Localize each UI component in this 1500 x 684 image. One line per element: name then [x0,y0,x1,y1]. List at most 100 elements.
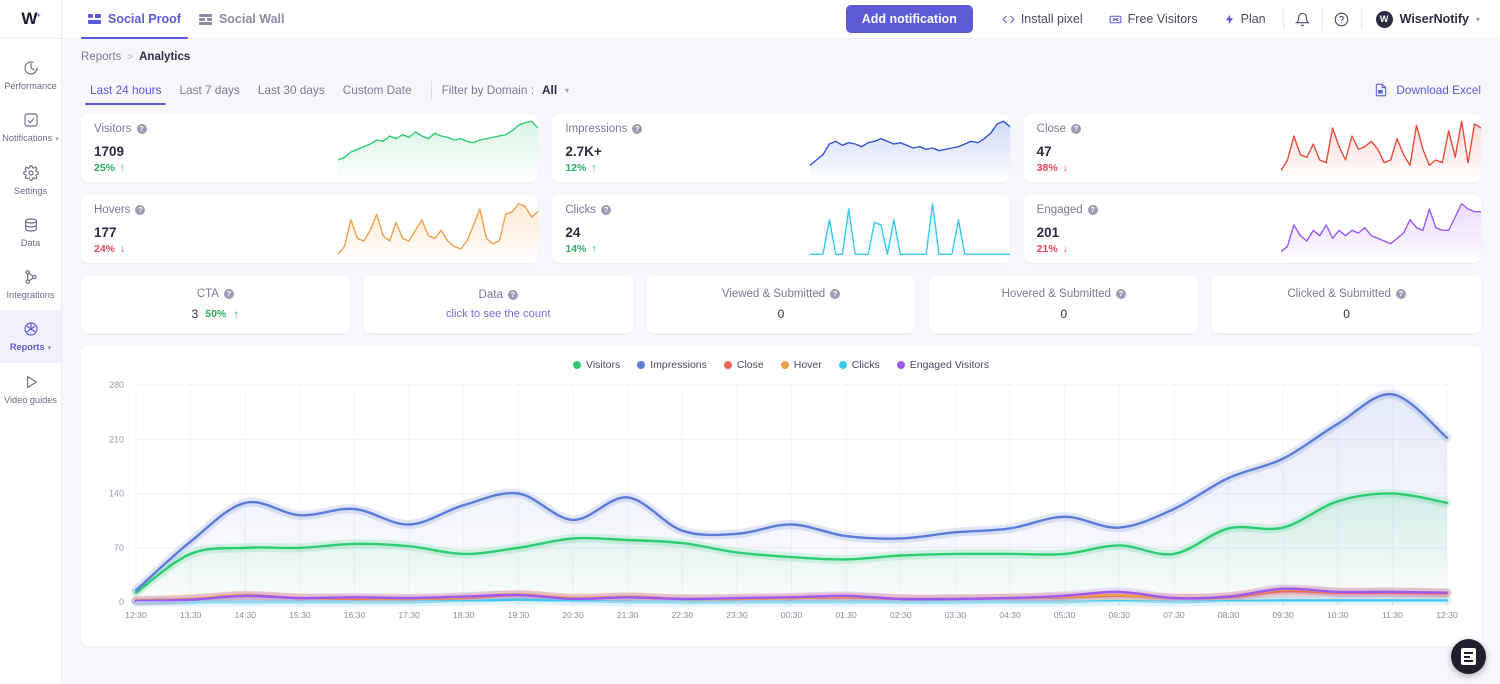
free-visitors-link[interactable]: Free Visitors [1096,7,1211,31]
legend-color-dot [573,361,582,369]
help-icon [1334,12,1349,26]
sidebar-item-performance[interactable]: Performance [0,49,61,101]
legend-item-close[interactable]: Close [723,359,764,371]
info-icon[interactable]: ? [1395,289,1406,299]
chat-sheet-icon [1461,648,1476,665]
svg-text:280: 280 [109,380,124,390]
add-notification-button[interactable]: Add notification [845,5,973,33]
legend-label: Close [736,359,764,371]
arrow-up-icon: ↑ [233,307,240,321]
legend-item-impressions[interactable]: Impressions [637,359,707,371]
legend-item-visitors[interactable]: Visitors [573,359,620,371]
mini-card-link[interactable]: click to see the count [446,308,550,320]
mini-card-title: Clicked & Submitted? [1287,288,1406,300]
analytics-chart-card: Visitors Impressions Close Hover Clicks Engag… [81,346,1481,646]
arrow-down-icon: ↓ [1062,162,1068,174]
mini-card-value: 0 [1343,307,1350,321]
chevron-down-icon: ▾ [1475,14,1480,24]
mini-card-title: Viewed & Submitted? [722,288,841,300]
sidebar-item-notifications[interactable]: Notifications ▾ [0,101,61,154]
stat-card-clicks: Clicks? 24 14% ↑ [552,195,1010,263]
arrow-up-icon: ↑ [591,162,597,174]
tab-social-proof[interactable]: Social Proof [79,0,190,39]
mini-card-number: 0 [1343,307,1350,321]
brand-logo[interactable]: W+ [0,0,62,39]
mini-card-row: CTA? 3 50% ↑ Data? click to see the count View… [62,276,1500,333]
install-pixel-link[interactable]: Install pixel [989,7,1096,31]
plan-link[interactable]: Plan [1211,7,1279,31]
svg-text:02:30: 02:30 [890,610,912,620]
help-button[interactable] [1327,4,1357,34]
info-icon[interactable]: ? [601,205,611,215]
stat-card-delta-value: 21% [1036,243,1058,255]
legend-color-dot [637,361,646,369]
svg-text:12:30: 12:30 [125,610,147,620]
svg-text:11:30: 11:30 [1382,610,1403,620]
tab-social-wall[interactable]: Social Wall [190,0,294,39]
gear-icon [22,164,39,182]
svg-text:01:30: 01:30 [835,610,857,620]
legend-item-hover[interactable]: Hover [780,359,822,371]
stat-card-impressions: Impressions? 2.7K+ 12% ↑ [552,114,1010,182]
svg-text:18:30: 18:30 [453,610,475,620]
info-icon[interactable]: ? [135,205,146,215]
filter-bar: Last 24 hours Last 7 days Last 30 days C… [62,73,1500,107]
notifications-bell-button[interactable] [1288,4,1318,34]
stat-card-row-1: Visitors? 1709 25% ↑ Impressions? 2.7K+ 12% ↑ … [62,114,1500,182]
sidebar-item-settings-label: Settings [13,185,48,196]
info-icon[interactable]: ? [223,289,234,299]
info-icon[interactable]: ? [1115,289,1126,299]
svg-text:23:30: 23:30 [726,610,748,620]
sidebar-item-reports[interactable]: Reports ▾ [0,310,61,363]
sidebar-item-integrations[interactable]: Integrations [0,258,61,310]
stat-card-delta-value: 24% [94,243,116,255]
account-menu[interactable]: W WiserNotify ▾ [1366,10,1486,28]
info-icon[interactable]: ? [1071,124,1082,134]
info-icon[interactable]: ? [632,124,643,134]
sidebar-item-video-guides[interactable]: Video guides [0,363,61,415]
legend-item-clicks[interactable]: Clicks [838,359,880,371]
breadcrumb-analytics: Analytics [139,51,191,63]
divider [1360,8,1362,30]
info-icon[interactable]: ? [830,289,841,299]
svg-text:03:30: 03:30 [945,610,967,620]
legend-item-engaged-visitors[interactable]: Engaged Visitors [896,359,989,371]
chevron-down-icon: ▾ [565,85,570,95]
svg-text:20:30: 20:30 [562,610,584,620]
mini-card-viewed-submitted: Viewed & Submitted? 0 [646,276,916,333]
info-icon[interactable]: ? [136,124,147,134]
sidebar-item-data[interactable]: Data [0,206,61,258]
domain-filter[interactable]: Filter by Domain : All ▾ [442,83,570,97]
chart-legend: Visitors Impressions Close Hover Clicks Engag… [81,359,1481,371]
svg-text:210: 210 [109,434,124,444]
info-icon[interactable]: ? [1087,205,1098,215]
sidebar-item-settings[interactable]: Settings [0,154,61,206]
filter-custom-date[interactable]: Custom Date [334,75,421,105]
divider [1282,8,1284,30]
download-excel-button[interactable]: Download Excel [1374,83,1481,97]
svg-text:14:30: 14:30 [235,610,257,620]
svg-text:19:30: 19:30 [508,610,530,620]
breadcrumb-separator: > [127,51,134,63]
divider [1321,8,1323,30]
svg-text:16:30: 16:30 [344,610,366,620]
breadcrumb-reports[interactable]: Reports [81,51,121,63]
filter-last-7-days[interactable]: Last 7 days [170,75,248,105]
mini-card-hovered-submitted: Hovered & Submitted? 0 [929,276,1199,333]
logo-icon: W+ [21,9,40,29]
chevron-down-icon: ▾ [47,345,52,353]
stat-card-engaged: Engaged? 201 21% ↓ [1023,195,1481,263]
filter-last-30-days[interactable]: Last 30 days [249,75,334,105]
product-tabs: Social Proof Social Wall [62,0,293,39]
svg-text:05:30: 05:30 [1054,610,1076,620]
info-icon[interactable]: ? [507,290,518,300]
stat-card-delta-value: 12% [565,162,587,174]
stat-card-sparkline [809,120,1010,180]
avatar: W [1375,10,1393,28]
arrow-down-icon: ↓ [120,243,126,255]
stat-card-hovers: Hovers? 177 24% ↓ [81,195,539,263]
stat-card-sparkline [1280,120,1481,180]
filter-last-24-hours[interactable]: Last 24 hours [81,75,170,105]
logo-letter: W [21,9,37,28]
chat-widget-button[interactable] [1451,639,1486,674]
